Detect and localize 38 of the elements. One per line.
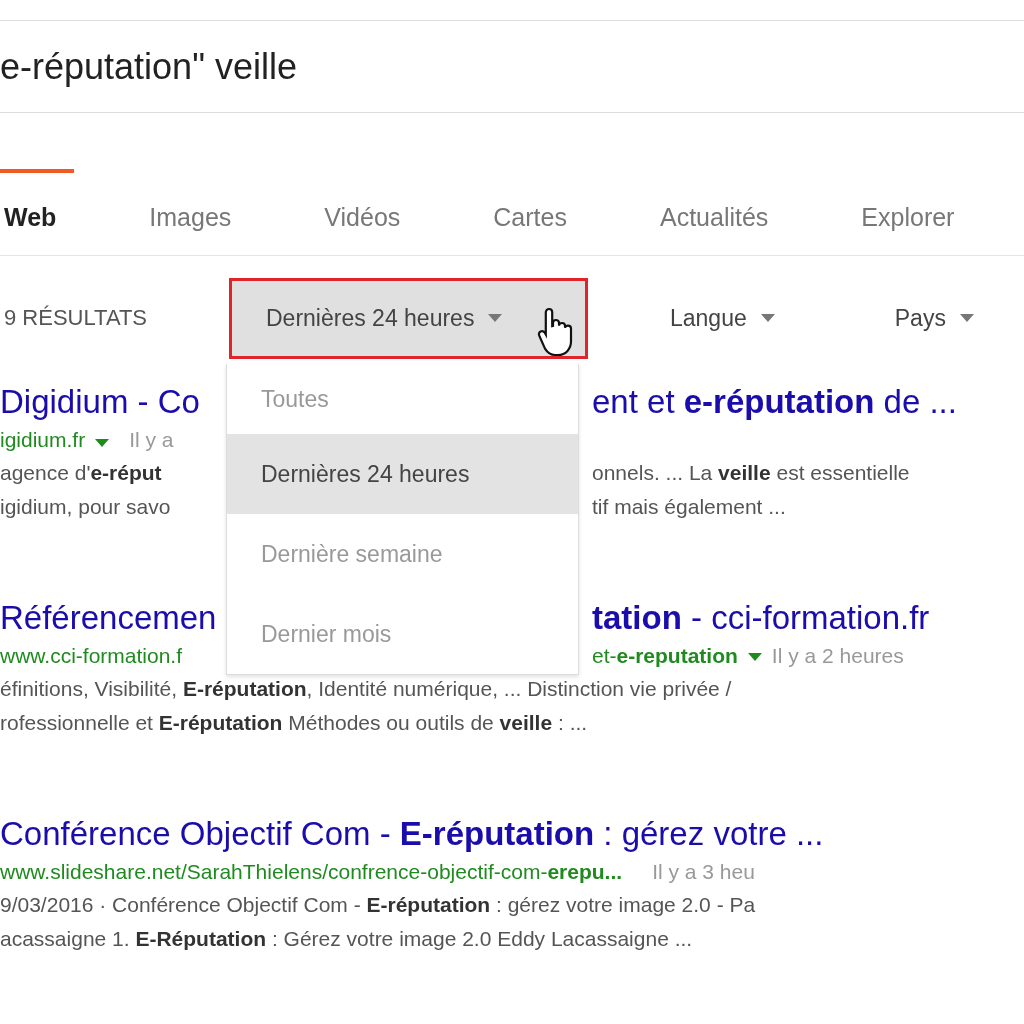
result-url: igidium.fr bbox=[0, 427, 86, 453]
menu-option[interactable]: Dernières 24 heures bbox=[227, 434, 578, 514]
result-title-link[interactable]: ent et e-réputation de ... bbox=[592, 380, 957, 424]
result-age: Il y a 2 heures bbox=[771, 644, 904, 668]
result-url: et-e-reputation bbox=[592, 643, 738, 669]
result-url: www.cci-formation.f bbox=[0, 643, 183, 669]
result-title-link[interactable]: Conférence Objectif Com - E-réputation : gérez votre ... bbox=[0, 812, 824, 856]
caret-icon bbox=[959, 314, 974, 322]
country-filter-button[interactable]: Pays bbox=[894, 304, 974, 332]
dropdown-caret-icon bbox=[747, 653, 762, 661]
nav-tab[interactable]: Web bbox=[0, 169, 75, 241]
result-count: 9 RÉSULTATS bbox=[3, 305, 149, 331]
result-snippet: rofessionnelle et E-réputation Méthodes ou outils de veille : ... bbox=[0, 710, 588, 736]
caret-icon bbox=[760, 314, 775, 322]
nav-tab[interactable]: Images bbox=[149, 169, 232, 241]
search-field[interactable]: e-réputation" veille bbox=[0, 45, 1000, 88]
nav-tab[interactable]: Vidéos bbox=[324, 169, 401, 241]
result-snippet: agence d'e-réput bbox=[0, 460, 162, 486]
result-title-link[interactable]: Référencemen bbox=[0, 596, 217, 640]
caret-icon bbox=[488, 314, 503, 322]
result-snippet: tif mais également ... bbox=[592, 494, 786, 520]
language-filter-button[interactable]: Langue bbox=[670, 304, 775, 332]
result-snippet: onnels. ... La veille est essentielle bbox=[592, 460, 910, 486]
dropdown-caret-icon bbox=[95, 439, 110, 447]
nav-tab[interactable]: Explorer bbox=[861, 169, 955, 241]
result-age: Il y a bbox=[129, 428, 174, 452]
result-snippet: 9/03/2016 · Conférence Objectif Com - E-réputation : gérez votre image 2.0 - Pa bbox=[0, 892, 756, 918]
result-snippet: éfinitions, Visibilité, E-réputation, Identité numérique, ... Distinction vie privée / bbox=[0, 676, 732, 702]
result-url: www.slideshare.net/SarahThielens/confrence-objectif-com-erepu... bbox=[0, 859, 623, 885]
result-title-link[interactable]: Digidium - Co bbox=[0, 380, 200, 424]
nav-tab[interactable]: Cartes bbox=[493, 169, 567, 241]
hand-cursor-icon bbox=[537, 306, 575, 358]
result-snippet: igidium, pour savo bbox=[0, 494, 171, 520]
nav-tab[interactable]: Actualités bbox=[659, 169, 769, 241]
result-title-link[interactable]: tation - cci-formation.fr bbox=[592, 596, 930, 640]
time-filter-button[interactable]: Dernières 24 heures bbox=[229, 277, 588, 359]
result-age: Il y a 3 heu bbox=[652, 860, 755, 884]
result-snippet: acassaigne 1. E-Réputation : Gérez votre image 2.0 Eddy Lacassaigne ... bbox=[0, 926, 693, 952]
